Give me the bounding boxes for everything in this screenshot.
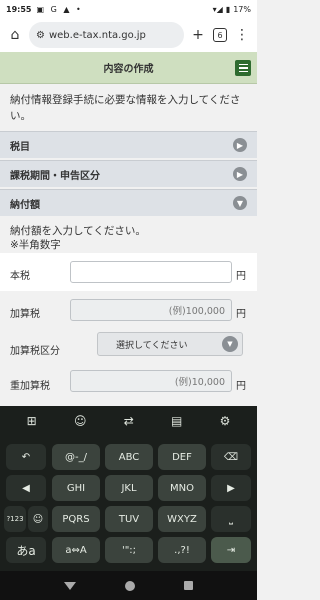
battery-level: 17% xyxy=(233,4,251,14)
key-mno[interactable]: MNO xyxy=(158,475,206,501)
signal-icon: ▾◢ xyxy=(212,4,223,14)
key-input-mode[interactable]: あa xyxy=(6,537,46,563)
status-time: 19:55 xyxy=(6,4,32,14)
key-quotes[interactable]: '":; xyxy=(105,537,153,563)
clipboard-icon[interactable]: ▤ xyxy=(171,414,182,428)
arrow-down-icon: ▼ xyxy=(233,196,247,210)
key-pqrs[interactable]: PQRS xyxy=(52,506,100,532)
key-jkl[interactable]: JKL xyxy=(105,475,153,501)
key-left[interactable]: ◀ xyxy=(6,475,46,501)
key-punctuation[interactable]: .,?! xyxy=(158,537,206,563)
key-def[interactable]: DEF xyxy=(158,444,206,470)
section-zeimoku[interactable]: 税目 ▶ xyxy=(0,131,257,158)
kasanzei-input[interactable]: (例)100,000 xyxy=(70,299,232,321)
status-bar: 19:55 ▣ G ▲ • ▾◢ ▮ 17% xyxy=(0,0,257,18)
translate-icon[interactable]: ⇄ xyxy=(124,414,134,428)
key-tuv[interactable]: TUV xyxy=(105,506,153,532)
key-ghi[interactable]: GHI xyxy=(52,475,100,501)
instruction-line: 納付額を入力してください。 xyxy=(10,225,146,237)
kasanzei-unit: 円 xyxy=(236,309,246,320)
tab-switcher-button[interactable]: 6 xyxy=(209,24,231,46)
page-header: 内容の作成 xyxy=(0,52,257,84)
battery-icon: ▮ xyxy=(225,4,231,14)
select-value: 選択してください xyxy=(116,340,188,351)
intro-text: 納付情報登録手続に必要な情報を入力してください。 xyxy=(10,94,241,122)
hamburger-menu-icon[interactable] xyxy=(235,60,251,76)
key-symbols[interactable]: @-_/ xyxy=(52,444,100,470)
new-tab-icon[interactable]: + xyxy=(187,24,209,46)
juukasanzei-input[interactable]: (例)10,000 xyxy=(70,370,232,392)
honzei-unit: 円 xyxy=(236,271,246,282)
juukasanzei-label: 重加算税 xyxy=(10,381,50,392)
home-icon[interactable]: ⌂ xyxy=(4,24,26,46)
section-kazei-kikan[interactable]: 課税期間・申告区分 ▶ xyxy=(0,160,257,187)
browser-toolbar: ⌂ ⚙ web.e-tax.nta.go.jp + 6 ⋮ xyxy=(0,18,257,52)
overflow-menu-icon[interactable]: ⋮ xyxy=(231,24,253,46)
key-abc[interactable]: ABC xyxy=(105,444,153,470)
arrow-right-icon: ▶ xyxy=(233,138,247,152)
key-numbers[interactable]: ?123 xyxy=(4,506,26,532)
section-label: 課税期間・申告区分 xyxy=(10,170,100,182)
section-label: 税目 xyxy=(10,141,30,153)
section-nofu-gaku[interactable]: 納付額 ▼ xyxy=(0,189,257,216)
url-bar[interactable]: ⚙ web.e-tax.nta.go.jp xyxy=(29,22,184,48)
arrow-right-icon: ▶ xyxy=(233,167,247,181)
honzei-label: 本税 xyxy=(10,271,30,282)
url-text: web.e-tax.nta.go.jp xyxy=(48,29,146,41)
key-next[interactable]: ⇥ xyxy=(211,537,251,563)
juukasanzei-unit: 円 xyxy=(236,381,246,392)
back-icon[interactable] xyxy=(64,581,77,590)
settings-gear-icon[interactable]: ⚙ xyxy=(220,414,231,428)
site-settings-icon[interactable]: ⚙ xyxy=(36,30,45,41)
key-wxyz[interactable]: WXYZ xyxy=(158,506,206,532)
keyboard-toolbar: ⊞ ☺ ⇄ ▤ ⚙ xyxy=(0,406,257,436)
key-emoji[interactable]: ☺ xyxy=(28,506,48,532)
key-right[interactable]: ▶ xyxy=(211,475,251,501)
emoji-icon[interactable]: ☺ xyxy=(74,414,87,428)
instruction-note: ※半角数字 xyxy=(10,239,61,251)
honzei-input[interactable] xyxy=(70,261,232,283)
kasanzei-label: 加算税 xyxy=(10,309,40,320)
key-case-toggle[interactable]: a⇔A xyxy=(52,537,100,563)
kasanzei-kubun-label: 加算税区分 xyxy=(10,346,60,357)
chevron-down-icon: ▼ xyxy=(222,336,238,352)
kasanzei-kubun-select[interactable]: 選択してください ▼ xyxy=(97,332,243,356)
apps-grid-icon[interactable]: ⊞ xyxy=(27,414,37,428)
section-label: 納付額 xyxy=(10,199,40,211)
system-nav-bar xyxy=(0,571,257,600)
key-undo[interactable]: ↶ xyxy=(6,444,46,470)
recents-icon[interactable] xyxy=(183,581,193,590)
page-title: 内容の作成 xyxy=(103,64,154,75)
notification-icons: ▣ G ▲ • xyxy=(36,4,83,14)
key-space[interactable]: ⎵ xyxy=(211,506,251,532)
amount-instruction: 納付額を入力してください。 ※半角数字 xyxy=(10,224,146,252)
home-circle-icon[interactable] xyxy=(124,580,135,591)
key-backspace[interactable]: ⌫ xyxy=(211,444,251,470)
tab-count: 6 xyxy=(213,28,227,42)
